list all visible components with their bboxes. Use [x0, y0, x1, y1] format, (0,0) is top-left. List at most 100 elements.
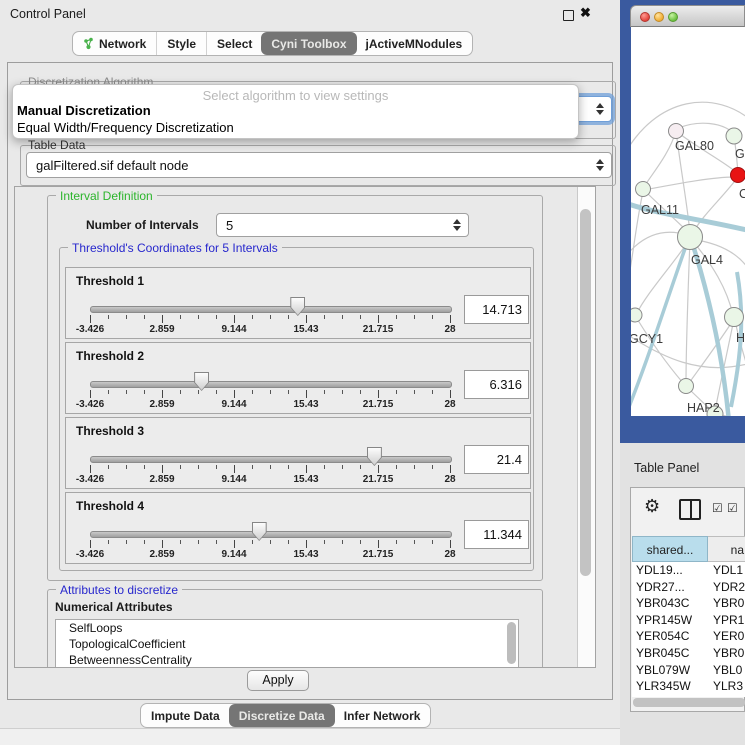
- threshold-4-value-field[interactable]: 11.344: [464, 520, 529, 549]
- tab-jactivemnodules[interactable]: jActiveMNodules: [356, 32, 473, 55]
- tab-network[interactable]: Network: [73, 32, 156, 55]
- close-icon[interactable]: ✖: [580, 5, 591, 21]
- tick-label: 21.715: [363, 549, 394, 560]
- tick-label: 2.859: [149, 324, 174, 335]
- tick-label: 28: [444, 399, 455, 410]
- tick-marks: [90, 390, 451, 394]
- number-of-intervals-value: 5: [226, 218, 233, 233]
- table-horizontal-scrollbar[interactable]: [633, 698, 745, 707]
- tab-discretize-data[interactable]: Discretize Data: [229, 704, 335, 727]
- threshold-3-slider-track[interactable]: [90, 456, 452, 463]
- table-data-combobox[interactable]: galFiltered.sif default node: [26, 152, 612, 178]
- node-gal4[interactable]: [678, 225, 703, 250]
- node-label-gal4: GAL4: [691, 253, 723, 267]
- apply-button[interactable]: Apply: [247, 670, 309, 691]
- threshold-2-value-field[interactable]: 6.316: [464, 370, 529, 399]
- tab-style[interactable]: Style: [156, 32, 206, 55]
- node-hap2[interactable]: [679, 379, 694, 394]
- gear-icon[interactable]: ⚙: [644, 496, 660, 517]
- tick-label: 15.43: [293, 324, 318, 335]
- close-traffic-light[interactable]: [640, 12, 650, 22]
- node-gcy1[interactable]: [631, 308, 642, 322]
- network-window-titlebar[interactable]: [630, 5, 745, 27]
- column-header-name[interactable]: na: [708, 536, 745, 562]
- tick-label: 21.715: [363, 324, 394, 335]
- node-label-gal80: GAL80: [675, 139, 714, 153]
- checkbox-icon[interactable]: ☑: [712, 501, 723, 515]
- threshold-1-panel: Threshold 1 -3.426 2.859 9.144 15.43 21.…: [65, 267, 531, 339]
- node-label-hap2: HAP2: [687, 401, 720, 415]
- tick-label: 2.859: [149, 399, 174, 410]
- node-gal80[interactable]: [669, 124, 684, 139]
- network-view[interactable]: GAL80 G C GAL11 GAL4 GCY1 H HAP2: [631, 27, 745, 416]
- tab-infer-network[interactable]: Infer Network: [334, 704, 431, 727]
- number-of-intervals-combobox[interactable]: 5: [216, 213, 469, 237]
- list-item-betweennesscentrality[interactable]: BetweennessCentrality: [56, 652, 518, 668]
- tick-label: 28: [444, 324, 455, 335]
- screen: Control Panel ✖ Network Style Select Cyn…: [0, 0, 745, 745]
- tick-label: 9.144: [221, 324, 246, 335]
- threshold-1-slider-thumb[interactable]: [290, 297, 305, 316]
- threshold-2-panel: Threshold 2 -3.426 2.859 9.144 15.43 21.…: [65, 342, 531, 414]
- tick-marks: [90, 315, 451, 319]
- threshold-2-slider-thumb[interactable]: [194, 372, 209, 391]
- popup-option-equal-width-frequency[interactable]: Equal Width/Frequency Discretization: [17, 120, 234, 135]
- tick-label: -3.426: [76, 474, 104, 485]
- list-scrollbar[interactable]: [507, 622, 516, 664]
- table-panel-title: Table Panel: [634, 461, 699, 475]
- table-data-group-title: Table Data: [28, 138, 85, 152]
- node-selected-red[interactable]: [731, 168, 745, 183]
- settings-vertical-scrollbar[interactable]: [577, 187, 595, 667]
- threshold-3-slider-thumb[interactable]: [367, 447, 382, 466]
- table-row[interactable]: YDR27...YDR2: [632, 579, 745, 596]
- table-row[interactable]: YBL079WYBL0: [632, 662, 745, 679]
- node-gal11[interactable]: [636, 182, 651, 197]
- tick-label: -3.426: [76, 324, 104, 335]
- settings-scrollpane: Interval Definition Number of Intervals …: [14, 186, 596, 668]
- combo-arrows-icon: [453, 219, 461, 231]
- list-item-selfloops[interactable]: SelfLoops: [56, 620, 518, 636]
- zoom-traffic-light[interactable]: [668, 12, 678, 22]
- node-h[interactable]: [725, 308, 744, 327]
- threshold-1-slider-track[interactable]: [90, 306, 452, 313]
- tab-select[interactable]: Select: [206, 32, 262, 55]
- threshold-2-slider-track[interactable]: [90, 381, 452, 388]
- tab-label: Network: [99, 37, 146, 51]
- table-row[interactable]: YIL052CYIL0: [632, 695, 745, 697]
- tab-impute-data[interactable]: Impute Data: [141, 704, 230, 727]
- table-row[interactable]: YBR043CYBR0: [632, 595, 745, 612]
- tick-label: 21.715: [363, 474, 394, 485]
- threshold-3-value-field[interactable]: 21.4: [464, 445, 529, 474]
- tick-label: 28: [444, 549, 455, 560]
- table-data-value: galFiltered.sif default node: [36, 158, 188, 173]
- threshold-4-slider-track[interactable]: [90, 531, 452, 538]
- tab-cyni-toolbox[interactable]: Cyni Toolbox: [261, 32, 356, 55]
- column-header-shared-name[interactable]: shared...: [632, 536, 708, 562]
- float-window-icon[interactable]: [563, 10, 574, 21]
- table-row[interactable]: YER054CYER0: [632, 628, 745, 645]
- checkbox-icon[interactable]: ☑: [727, 501, 738, 515]
- list-item-topologicalcoefficient[interactable]: TopologicalCoefficient: [56, 636, 518, 652]
- scrollbar-thumb[interactable]: [580, 209, 591, 576]
- threshold-3-label: Threshold 3: [76, 424, 144, 438]
- threshold-4-label: Threshold 4: [76, 499, 144, 513]
- table-rows: YDL19...YDL1 YDR27...YDR2 YBR043CYBR0 YP…: [632, 562, 745, 697]
- table-row[interactable]: YBR045CYBR0: [632, 645, 745, 662]
- split-view-icon[interactable]: [679, 499, 701, 520]
- threshold-4-panel: Threshold 4 -3.426 2.859 9.144 15.43 21.…: [65, 492, 531, 564]
- tick-label: 2.859: [149, 549, 174, 560]
- table-row[interactable]: YDL19...YDL1: [632, 562, 745, 579]
- table-row[interactable]: YPR145WYPR1: [632, 612, 745, 629]
- threshold-1-value-field[interactable]: 14.713: [464, 295, 529, 324]
- node-label-partial-h: H: [736, 331, 745, 345]
- minimize-traffic-light[interactable]: [654, 12, 664, 22]
- network-nodes: [631, 124, 745, 417]
- bottom-strip: [0, 728, 620, 745]
- popup-option-manual-discretization[interactable]: Manual Discretization: [17, 103, 151, 118]
- tick-label: 15.43: [293, 549, 318, 560]
- table-row[interactable]: YLR345WYLR3: [632, 678, 745, 695]
- node-partial-top-right[interactable]: [726, 128, 742, 144]
- threshold-3-panel: Threshold 3 -3.426 2.859 9.144 15.43 21.…: [65, 417, 531, 489]
- tick-label: 15.43: [293, 474, 318, 485]
- threshold-4-slider-thumb[interactable]: [252, 522, 267, 541]
